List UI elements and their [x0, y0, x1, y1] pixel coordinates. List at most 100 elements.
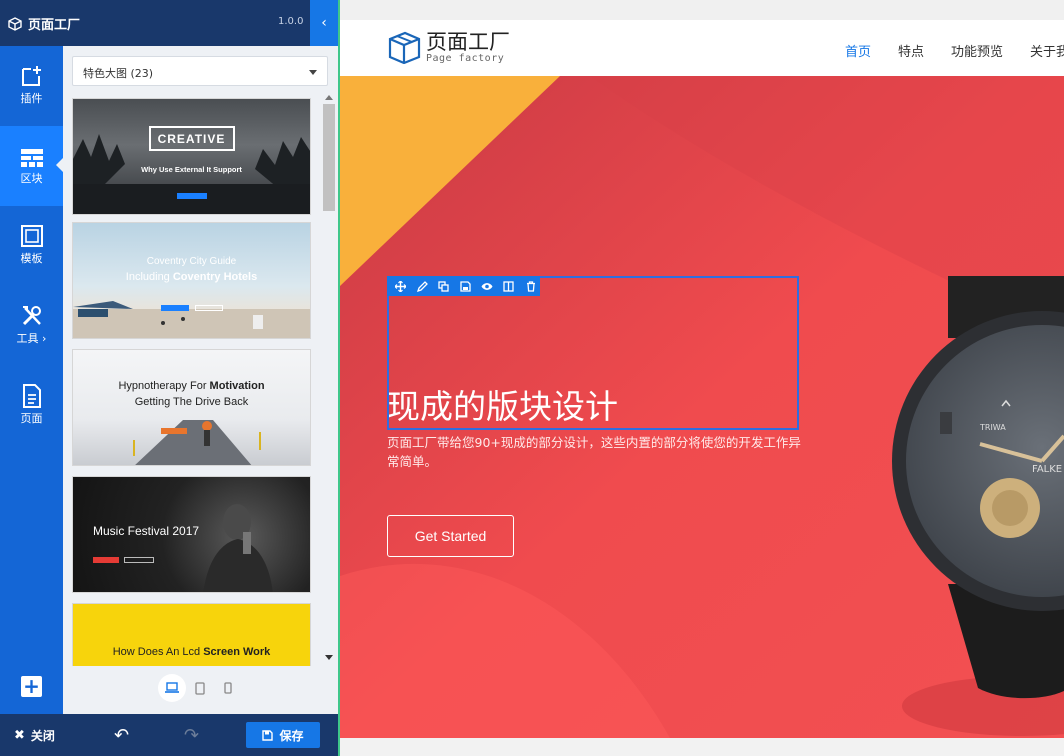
tools-icon	[22, 306, 41, 326]
sidebar-item-label: 工具 ›	[16, 332, 47, 345]
scroll-up-icon[interactable]	[325, 95, 333, 100]
trash-icon[interactable]	[521, 278, 540, 294]
block-thumbnail-list: CREATIVE Why Use External It Support Cov…	[72, 98, 312, 666]
element-toolbar	[387, 276, 540, 296]
move-icon[interactable]	[391, 278, 410, 294]
thumbnail-title-bold: Motivation	[209, 380, 265, 392]
thumbnail-button	[161, 305, 189, 311]
visibility-eye-icon[interactable]	[478, 278, 497, 294]
close-button[interactable]: ✖ 关闭	[14, 727, 55, 744]
get-started-button[interactable]: Get Started	[387, 515, 514, 557]
edit-pencil-icon[interactable]	[413, 278, 432, 294]
watch-image: TRIWA FALKE	[892, 276, 1064, 736]
template-icon	[20, 225, 43, 247]
sidebar-item-label: 区块	[20, 172, 43, 185]
nav-link-preview[interactable]: 功能预览	[951, 41, 1003, 60]
sidebar-rail: 插件 区块 模板 工具 › 页面 +	[0, 46, 63, 714]
blocks-panel: 特色大图 (23) CREATIVE Why Use External It S…	[63, 46, 338, 714]
thumbnail-title: Hypnotherapy For Motivation	[73, 380, 310, 392]
thumbnail-scrollbar[interactable]	[322, 94, 336, 664]
page-canvas: 页面工厂 Page factory 首页 特点 功能预览 关于我 TRIWA F…	[340, 0, 1064, 756]
hero-section[interactable]: TRIWA FALKE 现成的版块设计 页面工厂带给您90+现成的部分设计，这些…	[340, 76, 1064, 738]
thumbnail-subtitle: Why Use External It Support	[141, 165, 242, 174]
floppy-disk-icon	[262, 729, 274, 741]
block-thumbnail[interactable]: How Does An Lcd Screen Work	[72, 603, 311, 666]
columns-icon[interactable]	[500, 278, 519, 294]
plugin-icon	[21, 66, 41, 86]
device-switcher	[158, 674, 248, 704]
thumbnail-title-prefix: Hypnotherapy For	[118, 380, 210, 392]
block-thumbnail[interactable]: Music Festival 2017	[72, 476, 311, 593]
save-label: 保存	[279, 728, 304, 743]
category-select-value: 特色大图 (23)	[83, 67, 154, 80]
sidebar-item-label: 插件	[20, 92, 43, 105]
collapse-panel-button[interactable]: ‹	[310, 0, 338, 46]
site-nav: 首页 特点 功能预览 关于我	[845, 41, 1064, 60]
mobile-icon	[224, 682, 232, 694]
undo-icon[interactable]: ↶	[114, 725, 129, 746]
logo-name: 页面工厂	[426, 29, 510, 54]
selected-element-outline	[387, 276, 799, 430]
sidebar-item-label: 页面	[20, 412, 43, 425]
editor-brand: 页面工厂	[8, 14, 80, 33]
save-block-icon[interactable]	[456, 278, 475, 294]
desktop-icon	[165, 682, 179, 693]
editor-bottombar: ✖ 关闭 ↶ ↷ 保存	[0, 714, 338, 756]
save-button[interactable]: 保存	[246, 722, 320, 748]
editor-topbar: 页面工厂 1.0.0 ‹	[0, 0, 338, 46]
thumbnail-title-bold: Screen Work	[203, 646, 271, 658]
scroll-down-icon[interactable]	[325, 655, 333, 660]
block-thumbnail[interactable]: Hypnotherapy For Motivation Getting The …	[72, 349, 311, 466]
editor-brand-label: 页面工厂	[28, 18, 81, 33]
sidebar-item-blocks[interactable]: 区块	[0, 126, 63, 206]
chevron-left-icon: ‹	[321, 15, 327, 31]
duplicate-icon[interactable]	[434, 278, 453, 294]
snow-road-image	[133, 420, 261, 465]
box-logo-icon	[388, 31, 421, 64]
site-logo[interactable]: 页面工厂 Page factory	[386, 30, 510, 64]
block-thumbnail[interactable]: Coventry City Guide Including Coventry H…	[72, 222, 311, 339]
mobile-view-button[interactable]	[214, 674, 242, 702]
block-thumbnail[interactable]: CREATIVE Why Use External It Support	[72, 98, 311, 215]
sidebar-item-tools[interactable]: 工具 ›	[0, 286, 63, 366]
thumbnail-title: CREATIVE	[157, 132, 226, 146]
sidebar-item-pages[interactable]: 页面	[0, 366, 63, 446]
nav-link-features[interactable]: 特点	[898, 41, 924, 60]
thumbnail-button	[195, 305, 223, 311]
close-icon: ✖	[14, 728, 25, 743]
cube-icon	[8, 16, 22, 31]
caret-down-icon	[309, 70, 317, 75]
plus-square-icon: +	[23, 674, 40, 698]
page-icon	[22, 384, 41, 408]
nav-link-home[interactable]: 首页	[845, 41, 871, 60]
nav-link-about[interactable]: 关于我	[1030, 41, 1064, 60]
scrollbar-thumb[interactable]	[323, 104, 335, 211]
close-label: 关闭	[30, 729, 55, 743]
version-label: 1.0.0	[278, 16, 304, 27]
thumbnail-title: Music Festival 2017	[93, 524, 200, 538]
thumbnail-title-prefix: How Does An Lcd	[112, 646, 204, 658]
watch-brand-text: TRIWA	[979, 423, 1006, 432]
thumbnail-title: Coventry City Guide	[146, 256, 237, 267]
sidebar-item-plugins[interactable]: 插件	[0, 46, 63, 126]
thumbnail-subtitle: Getting The Drive Back	[134, 396, 249, 408]
sidebar-item-templates[interactable]: 模板	[0, 206, 63, 286]
thumbnail-button	[177, 193, 207, 199]
tablet-view-button[interactable]	[186, 674, 214, 702]
canvas-bottom-strip	[340, 738, 1064, 756]
thumbnail-button	[124, 557, 154, 563]
category-select[interactable]: 特色大图 (23)	[72, 56, 328, 86]
hero-description[interactable]: 页面工厂带给您90+现成的部分设计，这些内置的部分将使您的开发工作异常简单。	[387, 433, 807, 471]
tablet-icon	[195, 681, 205, 695]
desktop-view-button[interactable]	[158, 674, 186, 702]
blocks-icon	[20, 149, 43, 167]
thumbnail-title: How Does An Lcd Screen Work	[73, 646, 310, 658]
page-builder-app: 页面工厂 1.0.0 ‹ 插件 区块 模板 工具 › 页面 + 特色大图 (23…	[0, 0, 1064, 756]
thumbnail-subtitle-bold: Coventry Hotels	[172, 271, 258, 283]
thumbnail-subtitle-prefix: Including	[125, 271, 173, 283]
thumbnail-subtitle: Including Coventry Hotels	[73, 271, 310, 283]
add-block-button[interactable]: +	[21, 676, 42, 697]
logo-text: 页面工厂 Page factory	[426, 31, 510, 64]
redo-icon[interactable]: ↷	[184, 725, 199, 746]
thumbnail-button	[93, 557, 119, 563]
